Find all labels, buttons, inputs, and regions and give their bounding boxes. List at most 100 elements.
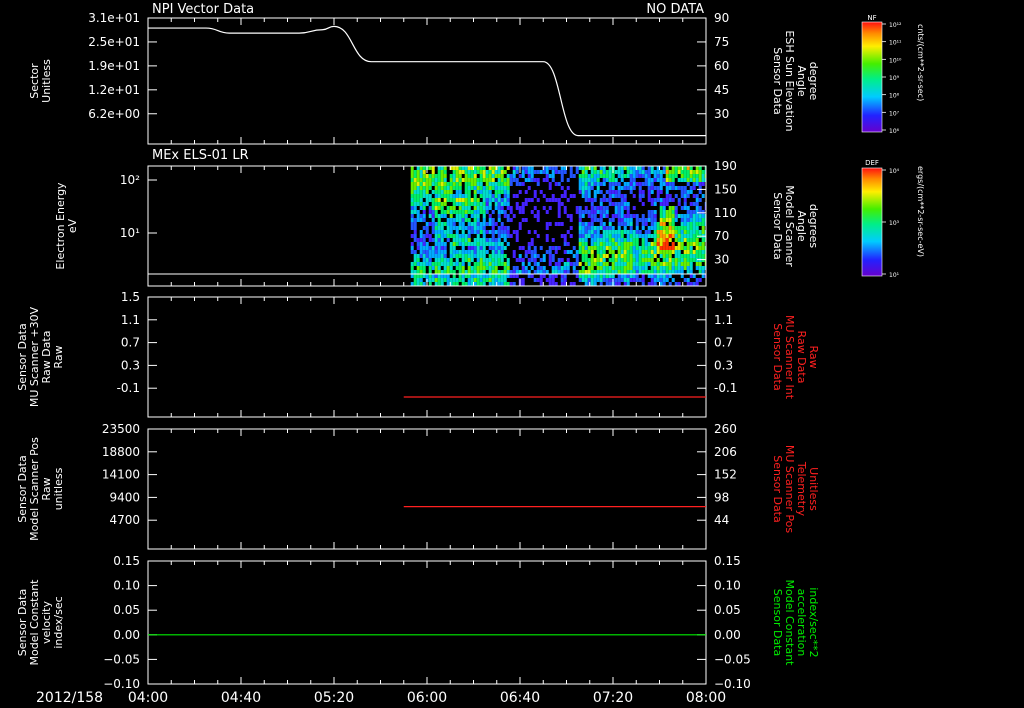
spectrogram-cell [665, 210, 669, 214]
spectrogram-cell [623, 282, 627, 286]
spectrogram-cell [473, 214, 477, 218]
spectrogram-cell [680, 270, 684, 274]
spectrogram-cell [647, 230, 651, 234]
spectrogram-cell [518, 270, 522, 274]
spectrogram-cell [665, 178, 669, 182]
spectrogram-cell [581, 170, 585, 174]
spectrogram-cell [470, 278, 474, 282]
spectrogram-cell [449, 214, 453, 218]
axis-title-line: index/sec [52, 596, 65, 648]
spectrogram-cell [458, 174, 462, 178]
spectrogram-cell [626, 238, 630, 242]
spectrogram-cell [605, 226, 609, 230]
spectrogram-cell [452, 182, 456, 186]
spectrogram-cell [674, 238, 678, 242]
spectrogram-cell [629, 214, 633, 218]
spectrogram-cell [686, 278, 690, 282]
spectrogram-cell [545, 270, 549, 274]
spectrogram-cell [605, 274, 609, 278]
spectrogram-cell [569, 214, 573, 218]
spectrogram-cell [467, 190, 471, 194]
spectrogram-cell [659, 274, 663, 278]
spectrogram-cell [608, 174, 612, 178]
spectrogram-cell [455, 214, 459, 218]
spectrogram-cell [455, 210, 459, 214]
spectrogram-cell [437, 234, 441, 238]
spectrogram-cell [680, 194, 684, 198]
spectrogram-cell [554, 266, 558, 270]
spectrogram-cell [422, 202, 426, 206]
spectrogram-cell [431, 178, 435, 182]
spectrogram-cell [680, 254, 684, 258]
spectrogram-cell [593, 214, 597, 218]
spectrogram-cell [497, 218, 501, 222]
spectrogram-cell [428, 178, 432, 182]
spectrogram-cell [500, 198, 504, 202]
spectrogram-cell [500, 202, 504, 206]
spectrogram-cell [698, 254, 702, 258]
spectrogram-cell [647, 214, 651, 218]
spectrogram-cell [461, 250, 465, 254]
spectrogram-cell [413, 222, 417, 226]
spectrogram-cell [521, 218, 525, 222]
spectrogram-cell [512, 254, 516, 258]
spectrogram-cell [686, 190, 690, 194]
spectrogram-cell [581, 190, 585, 194]
spectrogram-cell [482, 282, 486, 286]
spectrogram-cell [617, 186, 621, 190]
spectrogram-cell [698, 166, 702, 170]
spectrogram-cell [461, 270, 465, 274]
spectrogram-cell [524, 218, 528, 222]
colorbar-tick-label: 10¹¹ [889, 40, 902, 47]
spectrogram-cell [674, 246, 678, 250]
spectrogram-cell [650, 270, 654, 274]
spectrogram-cell [461, 194, 465, 198]
left-axis-title: Sensor Data Model Constant velocity index/s… [16, 579, 65, 666]
spectrogram-cell [482, 234, 486, 238]
spectrogram-cell [530, 166, 534, 170]
spectrogram-cell [641, 226, 645, 230]
spectrogram-cell [461, 166, 465, 170]
y-tick-label: 30 [714, 107, 729, 121]
spectrogram-cell [695, 230, 699, 234]
spectrogram-cell [452, 222, 456, 226]
spectrogram-cell [683, 278, 687, 282]
spectrogram-cell [431, 226, 435, 230]
spectrogram-cell [629, 190, 633, 194]
spectrogram-cell [629, 242, 633, 246]
spectrogram-cell [626, 262, 630, 266]
spectrogram-cell [479, 242, 483, 246]
spectrogram-cell [647, 262, 651, 266]
spectrogram-cell [416, 214, 420, 218]
spectrogram-cell [692, 210, 696, 214]
axis-title-line: Unitless [40, 59, 53, 103]
spectrogram-cell [638, 278, 642, 282]
spectrogram-cell [593, 238, 597, 242]
spectrogram-cell [641, 262, 645, 266]
spectrogram-cell [545, 198, 549, 202]
spectrogram-cell [416, 258, 420, 262]
spectrogram-cell [665, 250, 669, 254]
spectrogram-cell [488, 238, 492, 242]
spectrogram-cell [434, 186, 438, 190]
spectrogram-cell [452, 166, 456, 170]
spectrogram-cell [527, 198, 531, 202]
spectrogram-cell [689, 214, 693, 218]
spectrogram-cell [689, 274, 693, 278]
spectrogram-cell [410, 274, 414, 278]
spectrogram-cell [518, 258, 522, 262]
spectrogram-cell [617, 258, 621, 262]
spectrogram-cell [545, 166, 549, 170]
spectrogram-cell [440, 250, 444, 254]
spectrogram-cell [464, 170, 468, 174]
spectrogram-cell [596, 174, 600, 178]
spectrogram-cell [620, 194, 624, 198]
spectrogram-cell [686, 210, 690, 214]
spectrogram-cell [410, 182, 414, 186]
spectrogram-cell [653, 186, 657, 190]
spectrogram-cell [602, 198, 606, 202]
spectrogram-cell [458, 178, 462, 182]
spectrogram-cell [488, 262, 492, 266]
spectrogram-cell [617, 206, 621, 210]
spectrogram-cell [668, 222, 672, 226]
